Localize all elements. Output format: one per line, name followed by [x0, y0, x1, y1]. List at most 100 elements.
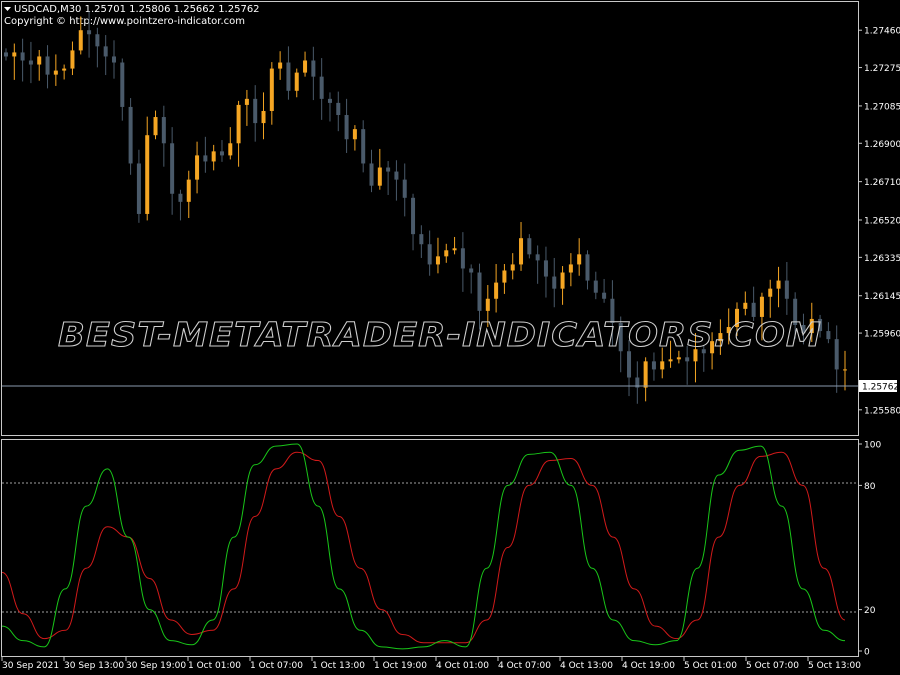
candle-body [444, 250, 449, 257]
osc-tick-label: 0 [864, 648, 870, 658]
stochastic-main-line [1, 443, 846, 650]
candle-body [12, 52, 17, 57]
price-axis: 1.27460 1.27275 1.27085 1.26900 1.26710 1.265… [858, 27, 900, 416]
time-tick-label: 1 Oct 19:00 [374, 661, 427, 671]
candle-body [120, 62, 125, 107]
price-tick-label: 1.27085 [864, 102, 900, 112]
candle-body [244, 98, 249, 105]
candle-body [352, 129, 357, 140]
stochastic-signal-line [1, 451, 846, 644]
time-tick-label: 4 Oct 07:00 [498, 661, 551, 671]
time-tick-label: 4 Oct 19:00 [622, 661, 675, 671]
candle-body [585, 254, 590, 281]
time-tick-label: 5 Oct 07:00 [746, 661, 799, 671]
candle-body [70, 50, 75, 69]
oscillator-axis: 100 80 20 0 [858, 441, 881, 658]
candle-body [95, 34, 100, 47]
candle-body [327, 98, 332, 103]
candle-body [103, 46, 108, 57]
price-tick-label: 1.26900 [864, 140, 900, 150]
symbol-info: USDCAD,M30 1.25701 1.25806 1.25662 1.257… [14, 4, 260, 15]
candle-body [784, 280, 789, 299]
candle-body [519, 238, 524, 265]
candle-body [203, 155, 208, 162]
candle-body [394, 171, 399, 180]
candle-body [62, 68, 67, 71]
candle-body [676, 357, 681, 360]
watermark-text: BEST-METATRADER-INDICATORS.COM [58, 315, 822, 354]
candle-body [344, 115, 349, 140]
candle-body [386, 167, 391, 172]
candle-body [477, 272, 482, 311]
candle-body [469, 268, 474, 273]
candle-body [53, 70, 58, 75]
time-tick-label: 4 Oct 01:00 [436, 661, 489, 671]
candle-body [20, 52, 25, 61]
candle-body [602, 292, 607, 299]
candle-body [311, 60, 316, 77]
candle-body [543, 260, 548, 277]
candle-body [87, 30, 92, 35]
candle-body [219, 151, 224, 156]
time-tick-label: 1 Oct 13:00 [312, 661, 365, 671]
candle-body [78, 30, 83, 51]
candle-body [195, 155, 200, 180]
candle-body [743, 302, 748, 309]
candle-body [535, 254, 540, 261]
price-tick-label: 1.26520 [864, 217, 900, 227]
candle-body [560, 272, 565, 289]
candle-body [834, 339, 839, 370]
candle-body [568, 264, 573, 273]
time-tick-label: 4 Oct 13:00 [560, 661, 613, 671]
candle-body [211, 151, 216, 162]
candle-body [111, 56, 116, 63]
candle-body [552, 276, 557, 289]
candle-body [460, 248, 465, 269]
candle-body [435, 256, 440, 265]
time-tick-label: 5 Oct 01:00 [684, 661, 737, 671]
price-tick-label: 1.25580 [864, 406, 900, 416]
candle-body [269, 68, 274, 111]
candle-body [685, 357, 690, 362]
candle-body [651, 361, 656, 370]
candle-body [494, 282, 499, 299]
price-tick-label: 1.25960 [864, 330, 900, 340]
osc-tick-label: 100 [864, 441, 881, 451]
time-tick-label: 30 Sep 13:00 [64, 661, 124, 671]
price-panel-frame [1, 1, 859, 436]
candle-body [627, 351, 632, 378]
osc-tick-label: 20 [864, 606, 876, 616]
copyright-label: Copyright © http://www.pointzero-indicat… [4, 16, 245, 27]
candle-body [361, 129, 366, 164]
time-axis: 30 Sep 2021 30 Sep 13:00 30 Sep 19:00 1 Oct… [1, 657, 861, 671]
candle-body [236, 104, 241, 144]
candle-body [37, 56, 42, 65]
candle-body [427, 244, 432, 265]
candle-body [253, 98, 258, 124]
dropdown-arrow-icon[interactable] [4, 7, 11, 11]
candle-body [759, 296, 764, 317]
candle-body [170, 143, 175, 194]
price-tick-label: 1.27460 [864, 27, 900, 37]
candle-body [178, 193, 183, 202]
candle-body [502, 270, 507, 283]
candle-body [419, 234, 424, 245]
candle-body [161, 117, 166, 144]
candle-body [826, 331, 831, 340]
price-tick-label: 1.26710 [864, 178, 900, 188]
candle-body [369, 163, 374, 186]
oscillator-panel-frame [1, 439, 859, 657]
osc-tick-label: 80 [864, 482, 876, 492]
candle-body [668, 359, 673, 362]
candle-body [294, 72, 299, 91]
candle-body [128, 106, 133, 164]
candle-body [776, 280, 781, 289]
candle-body [186, 179, 191, 202]
candle-body [4, 52, 8, 57]
candle-body [843, 369, 847, 371]
candle-body [485, 298, 490, 311]
candle-body [228, 143, 233, 156]
time-tick-label: 30 Sep 2021 [2, 661, 59, 671]
price-tick-label: 1.26145 [864, 292, 900, 302]
candle-body [336, 102, 341, 116]
